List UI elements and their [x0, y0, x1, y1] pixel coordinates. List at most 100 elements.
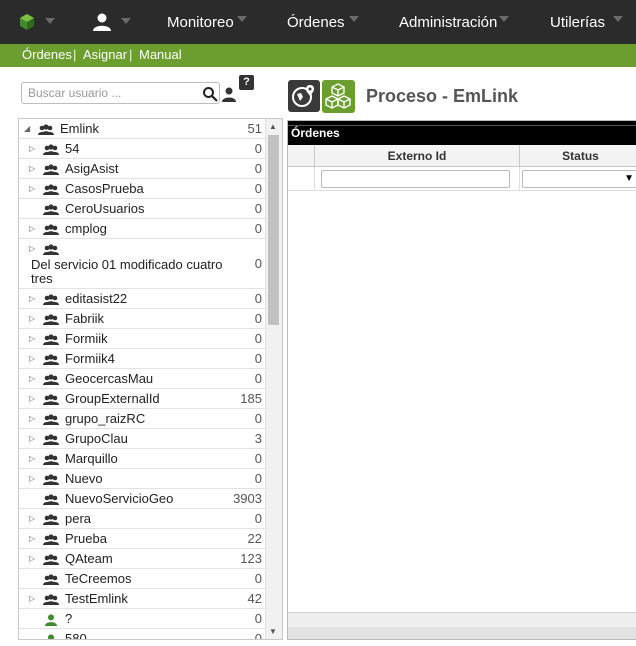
group-icon [43, 494, 59, 505]
scroll-up-arrow-icon[interactable]: ▲ [269, 122, 277, 131]
group-icon [43, 414, 59, 425]
expand-arrow-icon[interactable]: ▷ [29, 594, 35, 603]
chevron-down-icon: ▼ [624, 173, 634, 184]
tree-row[interactable]: ▷ CasosPrueba 0 [19, 179, 282, 199]
column-header-status[interactable]: Status [520, 145, 636, 167]
tree-row[interactable]: ▷ Formiik4 0 [19, 349, 282, 369]
tree-row-count: 0 [254, 571, 262, 586]
tree-row[interactable]: ▷ 54 0 [19, 139, 282, 159]
expand-arrow-icon[interactable]: ▷ [29, 554, 35, 563]
tree-row[interactable]: 580 0 [19, 629, 282, 640]
tree-row-count: 42 [247, 591, 262, 606]
tree-row[interactable]: ▷ pera 0 [19, 509, 282, 529]
search-user-input[interactable] [21, 82, 220, 104]
top-navbar: Monitoreo Órdenes Administración Utilerí… [0, 0, 636, 45]
tree-row-label: TestEmlink [65, 591, 128, 606]
expand-arrow-icon[interactable]: ▷ [29, 294, 35, 303]
tree-row[interactable]: ▷ GeocercasMau 0 [19, 369, 282, 389]
search-icon[interactable] [202, 86, 218, 102]
tree-row-count: 0 [254, 141, 262, 156]
tree-row-label: Formiik [65, 331, 108, 346]
tree-row[interactable]: ▷ grupo_raizRC 0 [19, 409, 282, 429]
expand-arrow-icon[interactable]: ▷ [29, 164, 35, 173]
process-title: Proceso - EmLink [366, 86, 519, 106]
tree-row[interactable]: ▷ Fabriik 0 [19, 309, 282, 329]
ordenes-caret-icon [349, 16, 359, 22]
expand-arrow-icon[interactable]: ▷ [29, 534, 35, 543]
tree-scrollbar[interactable]: ▲ ▼ [265, 119, 282, 639]
tree-row-count: 0 [254, 631, 262, 640]
tree-row[interactable]: ▷ Marquillo 0 [19, 449, 282, 469]
tree-row-label: Nuevo [65, 471, 103, 486]
status-filter-select[interactable]: ▼ [522, 170, 636, 188]
logo-dropdown-caret-icon[interactable] [45, 18, 55, 24]
collapse-arrow-icon[interactable]: ◢ [24, 124, 30, 133]
group-icon [43, 594, 59, 605]
group-icon [43, 184, 59, 195]
tree-row[interactable]: ▷ AsigAsist 0 [19, 159, 282, 179]
subnav-separator: | [73, 47, 77, 62]
expand-arrow-icon[interactable]: ▷ [29, 224, 35, 233]
tree-row[interactable]: ▷ Nuevo 0 [19, 469, 282, 489]
tree-row[interactable]: ▷ editasist22 0 [19, 289, 282, 309]
expand-arrow-icon[interactable]: ▷ [29, 354, 35, 363]
tree-row[interactable]: ▷ Del servicio 01 modificado cuatro tres 0 [19, 239, 282, 289]
group-icon [43, 224, 59, 235]
expand-arrow-icon[interactable]: ▷ [29, 144, 35, 153]
tree-row-count: 0 [254, 161, 262, 176]
expand-arrow-icon[interactable]: ▷ [29, 374, 35, 383]
expand-arrow-icon[interactable]: ▷ [29, 244, 35, 253]
externo-id-filter-input[interactable] [321, 170, 510, 188]
expand-arrow-icon[interactable]: ▷ [29, 434, 35, 443]
tree-row-label: 54 [65, 141, 80, 156]
subnav-ordenes-link[interactable]: Órdenes [22, 47, 72, 62]
expand-arrow-icon[interactable]: ▷ [29, 454, 35, 463]
tree-row[interactable]: ▷ GrupoClau 3 [19, 429, 282, 449]
group-icon [43, 294, 59, 305]
scroll-down-arrow-icon[interactable]: ▼ [269, 627, 277, 636]
tree-row[interactable]: NuevoServicioGeo 3903 [19, 489, 282, 509]
tree-row[interactable]: ▷ cmplog 0 [19, 219, 282, 239]
expand-arrow-icon[interactable]: ▷ [29, 414, 35, 423]
subnav-asignar-link[interactable]: Asignar [83, 47, 127, 62]
grid-horizontal-scrollbar[interactable] [288, 627, 636, 639]
expand-arrow-icon[interactable]: ▷ [29, 394, 35, 403]
expand-arrow-icon[interactable]: ▷ [29, 184, 35, 193]
expand-arrow-icon[interactable]: ▷ [29, 474, 35, 483]
group-icon [43, 354, 59, 365]
menu-monitoreo[interactable]: Monitoreo [167, 14, 234, 31]
menu-ordenes[interactable]: Órdenes [287, 14, 345, 31]
tree-row-count: 0 [254, 351, 262, 366]
tree-row[interactable]: ▷ Formiik 0 [19, 329, 282, 349]
tree-row[interactable]: ▷ Prueba 22 [19, 529, 282, 549]
user-filter-icon[interactable] [221, 86, 237, 102]
expand-arrow-icon[interactable]: ▷ [29, 314, 35, 323]
user-dropdown-caret-icon[interactable] [121, 18, 131, 24]
monitoreo-caret-icon [237, 16, 247, 22]
column-header-externo-id[interactable]: Externo Id [315, 145, 520, 167]
tree-row[interactable]: ? 0 [19, 609, 282, 629]
tree-root-row[interactable]: ◢ Emlink 51 [19, 119, 282, 139]
tree-row-label: Emlink [60, 121, 100, 136]
process-map-icon[interactable] [288, 80, 320, 112]
tree-row-label: grupo_raizRC [65, 411, 146, 426]
user-menu-icon[interactable] [92, 12, 112, 32]
help-icon[interactable]: ? [239, 75, 254, 90]
tree-row[interactable]: ▷ TestEmlink 42 [19, 589, 282, 609]
tree-row[interactable]: CeroUsuarios 0 [19, 199, 282, 219]
tree-row[interactable]: TeCreemos 0 [19, 569, 282, 589]
subnav-separator: | [129, 47, 133, 62]
tree-row[interactable]: ▷ GroupExternalId 185 [19, 389, 282, 409]
tree-row-label: 580 [65, 631, 87, 640]
app-logo-icon[interactable] [18, 13, 36, 31]
menu-administracion[interactable]: Administración [399, 14, 497, 31]
process-cubes-icon[interactable] [322, 80, 355, 113]
scrollbar-thumb[interactable] [268, 135, 279, 325]
tree-row-label: CasosPrueba [65, 181, 144, 196]
subnav-manual-link[interactable]: Manual [139, 47, 182, 62]
expand-arrow-icon[interactable]: ▷ [29, 514, 35, 523]
menu-utilerias[interactable]: Utilerías [550, 14, 605, 31]
tree-row[interactable]: ▷ QAteam 123 [19, 549, 282, 569]
expand-arrow-icon[interactable]: ▷ [29, 334, 35, 343]
group-icon [43, 454, 59, 465]
